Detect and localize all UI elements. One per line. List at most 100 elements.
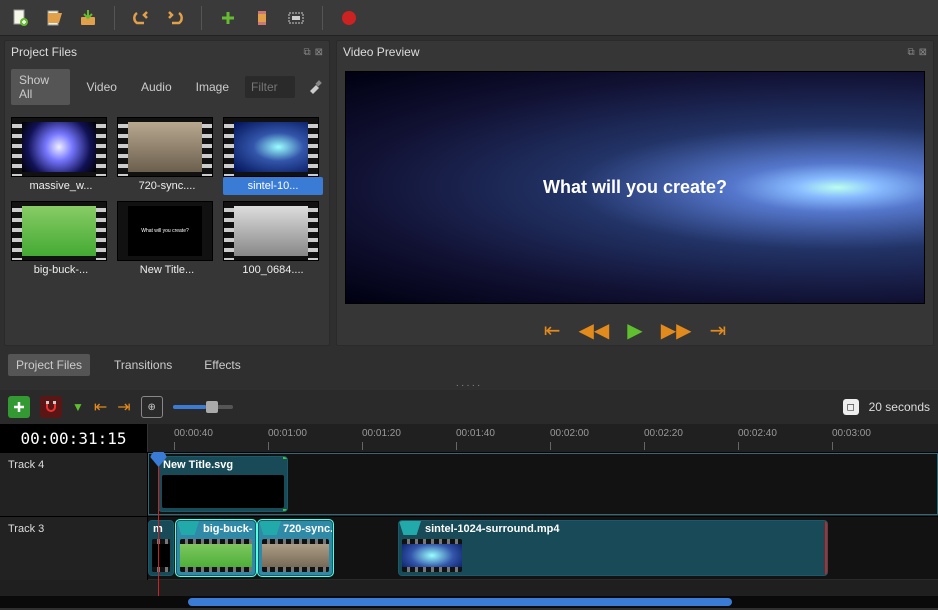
project-file-item[interactable]: massive_w... [11,117,111,195]
filter-video[interactable]: Video [78,76,124,98]
project-file-item[interactable]: 100_0684.... [223,201,323,279]
redo-icon[interactable] [163,6,187,30]
filter-audio[interactable]: Audio [133,76,180,98]
clip-end-marker-icon [283,457,288,511]
snap-icon[interactable] [40,396,62,418]
tab-project-files[interactable]: Project Files [8,354,90,376]
main-toolbar [0,0,938,36]
add-icon[interactable] [216,6,240,30]
clip-end-marker-icon [825,521,828,575]
toolbar-separator [114,6,115,30]
project-file-item[interactable]: What will you create? New Title... [117,201,217,279]
clip-thumbnail [402,539,462,572]
ruler-tick: 00:01:20 [362,428,401,439]
ruler-tick: 00:02:40 [738,428,777,439]
top-panel-area: Project Files ⧉ ⊠ Show All Video Audio I… [0,36,938,350]
clip-thumbnail [262,539,329,572]
timeline-toolbar: ▼ ⇤ ⇥ ⊕ ◻ 20 seconds [0,390,938,424]
playhead[interactable] [158,452,159,596]
open-document-icon[interactable] [42,6,66,30]
clear-filter-icon[interactable] [307,79,323,95]
close-panel-icon[interactable]: ⊠ [919,47,927,58]
detach-panel-icon[interactable]: ⧉ [303,47,310,58]
timeline-clip[interactable]: sintel-1024-surround.mp4 [398,520,828,576]
clip-thumbnail [152,539,170,572]
timecode-display[interactable]: 00:00:31:15 [0,424,148,452]
timeline-clip[interactable]: big-buck- [176,520,256,576]
tab-effects[interactable]: Effects [196,354,248,376]
save-icon[interactable] [76,6,100,30]
track-header[interactable]: Track 4 [0,453,148,516]
track-header[interactable]: Track 3 [0,517,148,580]
add-track-icon[interactable] [8,396,30,418]
clip-thumbnail [162,475,284,508]
project-file-grid: massive_w... 720-sync.... sintel-10... b… [5,111,329,285]
preview-frame-text: What will you create? [543,177,727,198]
project-files-title: Project Files [11,45,77,59]
track-label: Track 3 [8,523,139,535]
jump-start-icon[interactable]: ⇤ [544,318,561,343]
project-file-item[interactable]: sintel-10... [223,117,323,195]
panel-divider[interactable]: ····· [0,380,938,390]
scrollbar-thumb[interactable] [188,598,732,606]
zoom-level-icon[interactable]: ◻ [843,399,859,415]
preview-titlebar: Video Preview ⧉ ⊠ [337,41,933,63]
clip-transition-icon [399,521,421,535]
timeline-track: Track 4 New Title.svg [0,452,938,516]
clip-transition-icon [177,521,199,535]
clip-thumbnail [180,539,252,572]
toolbar-separator [201,6,202,30]
next-marker-icon[interactable]: ⇥ [117,397,130,417]
playback-controls: ⇤ ◀◀ ▶ ▶▶ ⇥ [337,312,933,345]
clip-transition-icon [259,521,281,535]
detach-panel-icon[interactable]: ⧉ [907,47,914,58]
project-files-titlebar: Project Files ⧉ ⊠ [5,41,329,63]
timeline-clip[interactable]: New Title.svg [158,456,288,512]
preview-body: What will you create? ⇤ ◀◀ ▶ ▶▶ ⇥ [337,63,933,345]
filter-input[interactable] [245,76,295,98]
undo-icon[interactable] [129,6,153,30]
zoom-slider[interactable] [173,405,233,409]
preview-viewport[interactable]: What will you create? [345,71,925,304]
ruler-tick: 00:01:00 [268,428,307,439]
center-playhead-icon[interactable]: ⊕ [141,396,163,418]
fullscreen-icon[interactable] [284,6,308,30]
track-body[interactable]: m big-buck- 720-sync.mp4 sintel-1024-sur… [148,517,938,580]
ruler-tick: 00:02:20 [644,428,683,439]
ruler-tick: 00:02:00 [550,428,589,439]
project-files-panel: Project Files ⧉ ⊠ Show All Video Audio I… [4,40,330,346]
tab-transitions[interactable]: Transitions [106,354,180,376]
timeline-track: Track 3 m big-buck- 720-sync.mp4 [0,516,938,580]
track-body[interactable]: New Title.svg [148,453,938,516]
razor-dropdown-icon[interactable]: ▼ [72,400,84,414]
track-label: Track 4 [8,459,139,471]
project-file-item[interactable]: 720-sync.... [117,117,217,195]
marker-icon[interactable] [250,6,274,30]
project-file-item[interactable]: big-buck-... [11,201,111,279]
ruler-tick: 00:00:40 [174,428,213,439]
zoom-level-label: 20 seconds [869,400,930,414]
timeline-ruler[interactable]: 00:00:31:15 00:00:40 00:01:00 00:01:20 0… [0,424,938,452]
filter-image[interactable]: Image [188,76,237,98]
timeline: 00:00:31:15 00:00:40 00:01:00 00:01:20 0… [0,424,938,608]
timeline-clip[interactable]: 720-sync.mp4 [258,520,333,576]
ruler-ticks: 00:00:40 00:01:00 00:01:20 00:01:40 00:0… [148,424,938,452]
prev-marker-icon[interactable]: ⇤ [94,397,107,417]
toolbar-separator [322,6,323,30]
record-icon[interactable] [337,6,361,30]
preview-title: Video Preview [343,45,420,59]
filter-show-all[interactable]: Show All [11,69,70,105]
fast-forward-icon[interactable]: ▶▶ [661,318,692,343]
file-filter-tabs: Show All Video Audio Image [5,63,329,111]
jump-end-icon[interactable]: ⇥ [709,318,726,343]
close-panel-icon[interactable]: ⊠ [315,47,323,58]
video-preview-panel: Video Preview ⧉ ⊠ What will you create? … [336,40,934,346]
play-icon[interactable]: ▶ [627,318,642,343]
lower-panel-tabs: Project Files Transitions Effects [0,350,938,380]
new-document-icon[interactable] [8,6,32,30]
ruler-tick: 00:01:40 [456,428,495,439]
timeline-tracks: Track 4 New Title.svg Track 3 m [0,452,938,596]
timeline-horizontal-scrollbar[interactable] [0,596,938,608]
timeline-clip[interactable]: m [148,520,174,576]
rewind-icon[interactable]: ◀◀ [579,318,610,343]
